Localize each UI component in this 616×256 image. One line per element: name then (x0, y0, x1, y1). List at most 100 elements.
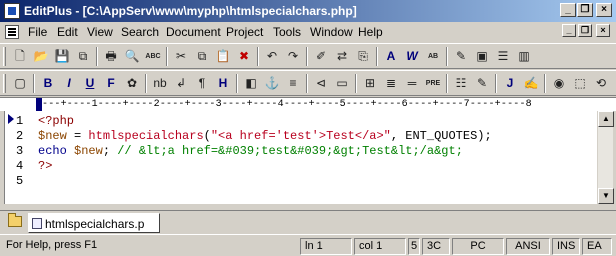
line-number: 4 (16, 159, 24, 173)
view-tool-icon[interactable]: ⬚ (570, 74, 590, 93)
java-icon[interactable]: J (500, 74, 520, 93)
menu-file[interactable]: File (28, 25, 47, 39)
menu-search[interactable]: Search (121, 25, 159, 39)
bold-icon[interactable]: B (38, 74, 58, 93)
document-menu-icon[interactable] (5, 25, 19, 39)
menu-edit[interactable]: Edit (57, 25, 78, 39)
view-source-icon[interactable]: ⟲ (591, 74, 611, 93)
underline-icon[interactable]: U (80, 74, 100, 93)
view-browser-icon[interactable]: ◉ (549, 74, 569, 93)
folder-icon[interactable] (8, 213, 22, 227)
find-in-files-icon[interactable]: ⎘ (353, 47, 373, 66)
css-icon[interactable]: ✍ (521, 74, 541, 93)
toolbar-separator (166, 47, 168, 66)
status-encoding[interactable]: ANSI (506, 238, 550, 255)
find-icon[interactable]: ✐ (311, 47, 331, 66)
tab-htmlspecialchars[interactable]: htmlspecialchars.p (28, 213, 160, 233)
replace-icon[interactable]: ⇄ (332, 47, 352, 66)
print-preview-icon[interactable]: 🔍 (122, 47, 142, 66)
directory-icon[interactable]: ▥ (514, 47, 534, 66)
status-line-format[interactable]: PC (452, 238, 504, 255)
form-icon[interactable]: ▭ (332, 74, 352, 93)
code-line[interactable]: <?php (38, 114, 74, 129)
paragraph-icon[interactable]: ¶ (192, 74, 212, 93)
toolbar-grip[interactable] (3, 74, 6, 93)
tab-label: htmlspecialchars.p (45, 217, 145, 231)
italic-icon[interactable]: I (59, 74, 79, 93)
delete-icon[interactable]: ✖ (234, 47, 254, 66)
image-icon[interactable]: ◧ (241, 74, 261, 93)
cut-icon[interactable]: ✂ (171, 47, 191, 66)
new-file-icon[interactable]: 🗋 (10, 47, 30, 66)
tool-icon[interactable]: ✎ (451, 47, 471, 66)
status-char-hex: 3C (422, 238, 450, 255)
table-icon[interactable]: ⊞ (360, 74, 380, 93)
heading-icon[interactable]: H (213, 74, 233, 93)
hr-icon[interactable]: ═ (402, 74, 422, 93)
font-tag-icon[interactable]: F (101, 74, 121, 93)
vertical-scrollbar[interactable]: ▲ ▼ (597, 111, 614, 204)
toolbar-separator (355, 74, 357, 93)
scroll-down-arrow-icon[interactable]: ▼ (598, 188, 614, 204)
code-line[interactable]: ?> (38, 159, 52, 174)
window-list-icon[interactable]: ☰ (493, 47, 513, 66)
html-toolbar-icon[interactable]: ▢ (10, 74, 30, 93)
status-line: ln 1 (300, 238, 352, 255)
doc-restore-button[interactable]: ❐ (578, 24, 592, 37)
close-button[interactable]: × (596, 3, 612, 17)
open-folder-icon[interactable]: 📂 (31, 47, 51, 66)
doc-minimize-button[interactable]: _ (562, 24, 576, 37)
doc-close-button[interactable]: × (596, 24, 610, 37)
spellcheck-icon[interactable]: ABC (143, 47, 163, 66)
menu-project[interactable]: Project (226, 25, 263, 39)
menu-tools[interactable]: Tools (273, 25, 301, 39)
toolbar-separator (145, 74, 147, 93)
font-icon[interactable]: A (381, 47, 401, 66)
refresh-icon[interactable]: ↻ (612, 74, 616, 93)
window-icon[interactable]: ▣ (472, 47, 492, 66)
save-icon[interactable]: 💾 (52, 47, 72, 66)
redo-icon[interactable]: ↷ (283, 47, 303, 66)
word-wrap-icon[interactable]: W (402, 47, 422, 66)
list-icon[interactable]: ☷ (451, 74, 471, 93)
menu-document[interactable]: Document (166, 25, 221, 39)
nbsp-icon[interactable]: nb (150, 74, 170, 93)
menu-view[interactable]: View (87, 25, 113, 39)
code-token-php: <?php (38, 114, 75, 128)
toolbar-grip[interactable] (3, 47, 6, 66)
editplus-app-icon[interactable] (4, 3, 20, 19)
save-all-icon[interactable]: ⧉ (73, 47, 93, 66)
status-insert-mode[interactable]: INS (552, 238, 580, 255)
minimize-button[interactable]: _ (560, 3, 576, 17)
maximize-button[interactable]: ❐ (577, 3, 593, 17)
undo-icon[interactable]: ↶ (262, 47, 282, 66)
hex-view-icon[interactable]: AB (423, 47, 443, 66)
center-icon[interactable]: ≣ (381, 74, 401, 93)
align-left-icon[interactable]: ≡ (283, 74, 303, 93)
comment-icon[interactable]: ⊲ (311, 74, 331, 93)
code-token-var: $new (74, 144, 103, 158)
br-icon[interactable]: ↲ (171, 74, 191, 93)
script-icon[interactable]: ✎ (472, 74, 492, 93)
code-editor[interactable]: <?php $new = htmlspecialchars("<a href='t… (4, 111, 597, 204)
pre-icon[interactable]: PRE (423, 74, 443, 93)
title-bar: EditPlus - [C:\AppServ\www\myphp\htmlspe… (0, 0, 616, 22)
paste-icon[interactable]: 📋 (213, 47, 233, 66)
copy-icon[interactable]: ⧉ (192, 47, 212, 66)
status-line-count: 5 (408, 238, 420, 255)
toolbar-separator (446, 74, 448, 93)
standard-toolbar: 🗋 📂 💾 ⧉ 🖶 🔍 ABC ✂ ⧉ 📋 ✖ ↶ ↷ ✐ ⇄ ⎘ A W AB ✎ ▣ ☰ ▥ (0, 43, 616, 69)
color-icon[interactable]: ✿ (122, 74, 142, 93)
code-line[interactable]: echo $new; // &lt;a href=&#039;test&#039… (38, 144, 463, 159)
toolbar-separator (495, 74, 497, 93)
toolbar-separator (306, 47, 308, 66)
code-token-plain: ; (102, 144, 118, 158)
print-icon[interactable]: 🖶 (101, 47, 121, 66)
code-token-func: htmlspecialchars (88, 129, 204, 143)
scroll-up-arrow-icon[interactable]: ▲ (598, 111, 614, 127)
toolbar-separator (306, 74, 308, 93)
menu-help[interactable]: Help (358, 25, 383, 39)
menu-window[interactable]: Window (310, 25, 353, 39)
code-line[interactable]: $new = htmlspecialchars("<a href='test'>… (38, 129, 492, 144)
anchor-icon[interactable]: ⚓ (262, 74, 282, 93)
